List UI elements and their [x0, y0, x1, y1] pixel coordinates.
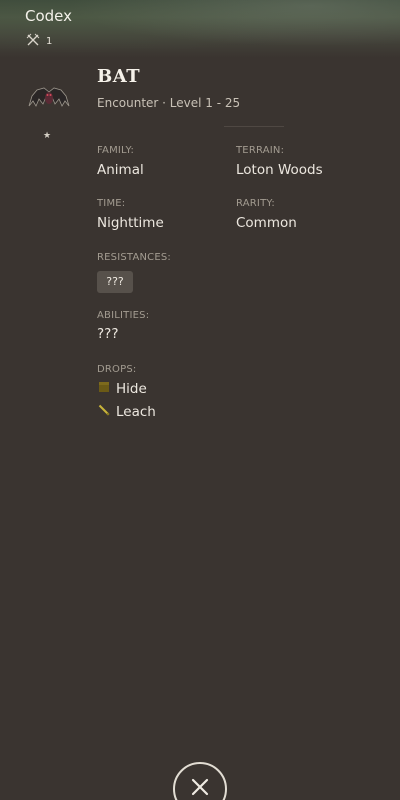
rarity-label: RARITY:: [236, 198, 275, 209]
abilities-value: ???: [97, 326, 119, 342]
drops-label: DROPS:: [97, 364, 137, 375]
divider: [224, 126, 284, 127]
bat-sprite-icon: [27, 84, 71, 114]
terrain-label: TERRAIN:: [236, 145, 285, 156]
close-icon: [190, 777, 210, 800]
hide-item-icon: [98, 381, 110, 397]
kill-count-value: 1: [46, 36, 53, 47]
rarity-value: Common: [236, 215, 297, 231]
resistance-chip: ???: [97, 271, 133, 293]
drop-item-label: Leach: [116, 404, 156, 420]
page-title: Codex: [25, 7, 73, 25]
time-label: TIME:: [97, 198, 126, 209]
family-value: Animal: [97, 162, 144, 178]
drop-item-hide: Hide: [98, 381, 147, 397]
monster-subtitle: Encounter · Level 1 - 25: [97, 96, 241, 110]
monster-name: BAT: [97, 66, 141, 87]
leach-item-icon: [98, 404, 110, 420]
close-button[interactable]: [173, 762, 227, 800]
resistances-label: RESISTANCES:: [97, 252, 171, 263]
terrain-value: Loton Woods: [236, 162, 323, 178]
time-value: Nighttime: [97, 215, 164, 231]
kill-count: 1: [26, 32, 52, 51]
drop-item-label: Hide: [116, 381, 147, 397]
abilities-label: ABILITIES:: [97, 310, 150, 321]
drop-item-leach: Leach: [98, 404, 156, 420]
rarity-star-icon: ★: [43, 131, 52, 141]
crossed-swords-icon: [26, 32, 40, 51]
family-label: FAMILY:: [97, 145, 135, 156]
